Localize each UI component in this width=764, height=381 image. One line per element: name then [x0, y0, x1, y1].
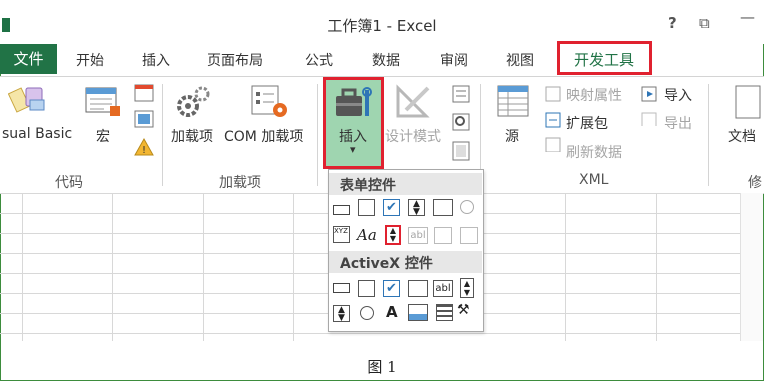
- code-group-label: 代码: [55, 175, 83, 191]
- com-addins-icon: [251, 85, 287, 117]
- activex-image-control[interactable]: [408, 304, 428, 321]
- map-properties-button[interactable]: 映射属性: [566, 85, 622, 105]
- document-panel-button[interactable]: 文档: [728, 126, 756, 146]
- document-group-label: 修: [748, 175, 762, 191]
- document-panel-icon: [735, 85, 761, 119]
- xml-source-button[interactable]: 源: [505, 126, 519, 146]
- title-bar: 工作簿1 - Excel ? ⧉ —: [0, 0, 764, 44]
- form-scroll-bar-control[interactable]: ▲ ▼: [385, 225, 401, 245]
- form-combo-dropdown-control[interactable]: [460, 227, 478, 244]
- form-spin-button-control[interactable]: ▲ ▼: [408, 199, 425, 217]
- aa-label: Aa: [357, 226, 377, 244]
- grid-line: [203, 193, 204, 341]
- activex-list-box-control[interactable]: [408, 280, 428, 297]
- form-checkbox-control[interactable]: ✔: [383, 199, 400, 216]
- tab-developer[interactable]: 开发工具: [574, 49, 634, 70]
- minimize-button[interactable]: —: [740, 8, 755, 26]
- tab-view[interactable]: 视图: [506, 50, 534, 70]
- form-combo-box-control[interactable]: [358, 199, 375, 216]
- tab-formulas[interactable]: 公式: [305, 50, 333, 70]
- tab-file[interactable]: 文件: [0, 44, 57, 74]
- tab-home[interactable]: 开始: [76, 50, 104, 70]
- activex-toggle-button-control[interactable]: [436, 304, 453, 321]
- ribbon-display-button[interactable]: ⧉: [699, 14, 710, 32]
- refresh-data-button[interactable]: 刷新数据: [566, 142, 622, 162]
- tab-data[interactable]: 数据: [372, 50, 400, 70]
- svg-text:!: !: [142, 145, 146, 156]
- form-combo-list-control[interactable]: [434, 227, 452, 244]
- activex-spin-button-control[interactable]: ▲ ▼: [333, 305, 350, 323]
- import-export-icons: [641, 86, 657, 126]
- activex-label-control[interactable]: A: [386, 303, 403, 321]
- grid-line: [0, 333, 740, 334]
- com-addins-button[interactable]: COM 加载项: [224, 126, 303, 146]
- import-button[interactable]: 导入: [664, 85, 692, 105]
- visual-basic-icon: [8, 87, 45, 113]
- a-label: A: [386, 303, 398, 321]
- activex-checkbox-control[interactable]: ✔: [383, 280, 400, 297]
- form-text-field-control[interactable]: abl: [408, 227, 428, 244]
- abl-label: abl: [410, 230, 426, 241]
- xml-source-icon: [497, 85, 529, 117]
- xyz-label: XYZ: [334, 227, 348, 235]
- activex-command-button-control[interactable]: [333, 283, 350, 293]
- form-controls-header: 表单控件: [329, 173, 482, 195]
- addins-button[interactable]: 加载项: [171, 126, 213, 146]
- macro-button[interactable]: 宏: [96, 126, 110, 146]
- visual-basic-button[interactable]: sual Basic: [2, 126, 72, 142]
- vertical-scrollbar[interactable]: [740, 193, 763, 341]
- controls-side-icons: [452, 85, 470, 161]
- figure-caption: 图 1: [367, 358, 397, 376]
- addins-gear-icon: [177, 86, 210, 117]
- grid-line: [656, 193, 657, 341]
- grid-line: [112, 193, 113, 341]
- form-label-control[interactable]: Aa: [357, 226, 379, 244]
- form-list-box-control[interactable]: [433, 199, 453, 216]
- activex-controls-title: ActiveX 控件: [340, 256, 433, 272]
- design-mode-icon: [396, 84, 430, 118]
- macro-icon: [85, 87, 120, 116]
- grid-line: [293, 193, 294, 341]
- tab-page-layout[interactable]: 页面布局: [207, 50, 263, 70]
- activex-text-box-control[interactable]: abl: [433, 280, 453, 297]
- xml-small-icons: [545, 86, 561, 152]
- export-button[interactable]: 导出: [664, 113, 692, 133]
- separator: [317, 84, 318, 186]
- grid-line: [22, 193, 23, 341]
- form-option-button-control[interactable]: [460, 200, 474, 214]
- form-group-box-control[interactable]: XYZ: [333, 226, 350, 243]
- activex-option-button-control[interactable]: [360, 306, 374, 320]
- grid-line: [565, 193, 566, 341]
- abl-label: abl: [435, 283, 451, 294]
- separator: [708, 84, 709, 186]
- expansion-packs-button[interactable]: 扩展包: [566, 113, 608, 133]
- form-controls-title: 表单控件: [340, 178, 396, 194]
- design-mode-button[interactable]: 设计模式: [385, 126, 441, 146]
- tab-review[interactable]: 审阅: [440, 50, 468, 70]
- activex-scroll-bar-control[interactable]: ▲ ▼: [460, 278, 474, 298]
- help-button[interactable]: ?: [668, 14, 677, 32]
- addins-group-label: 加载项: [219, 175, 261, 191]
- window-title: 工作簿1 - Excel: [327, 17, 437, 35]
- activex-more-controls-icon[interactable]: ⚒: [457, 302, 477, 319]
- separator: [162, 84, 163, 186]
- macro-side-icons: !: [134, 84, 154, 156]
- xml-group-label: XML: [579, 172, 609, 188]
- tab-insert[interactable]: 插入: [142, 50, 170, 70]
- form-button-control[interactable]: [333, 205, 350, 215]
- activex-controls-header: ActiveX 控件: [329, 251, 482, 273]
- activex-combo-box-control[interactable]: [358, 280, 375, 297]
- insert-highlight: [323, 77, 384, 169]
